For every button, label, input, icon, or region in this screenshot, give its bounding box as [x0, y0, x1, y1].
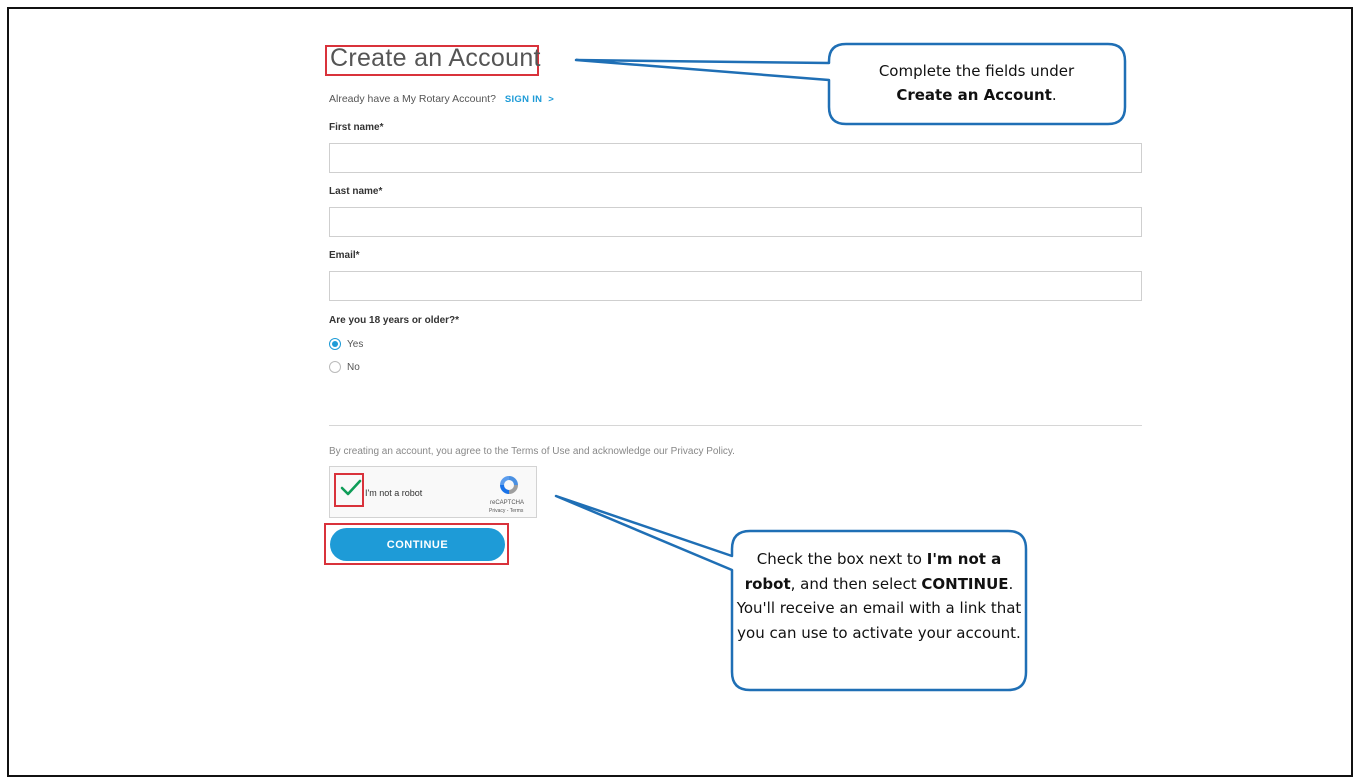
callout-top-text: Complete the fields under Create an Acco…	[830, 59, 1123, 107]
callout-top-line1: Complete the fields under	[878, 62, 1075, 80]
callout-top-bold: Create an Account	[896, 86, 1052, 104]
callout-bottom-p1: Check the box next to	[756, 550, 927, 568]
callout-bottom-text: Check the box next to I'm not a robot, a…	[733, 547, 1025, 645]
callout-shapes	[554, 42, 1127, 692]
callout-top-suffix: .	[1051, 86, 1057, 104]
callout-bottom-p2: , and then select	[790, 574, 922, 593]
callout-bottom-b2: CONTINUE	[921, 574, 1009, 593]
